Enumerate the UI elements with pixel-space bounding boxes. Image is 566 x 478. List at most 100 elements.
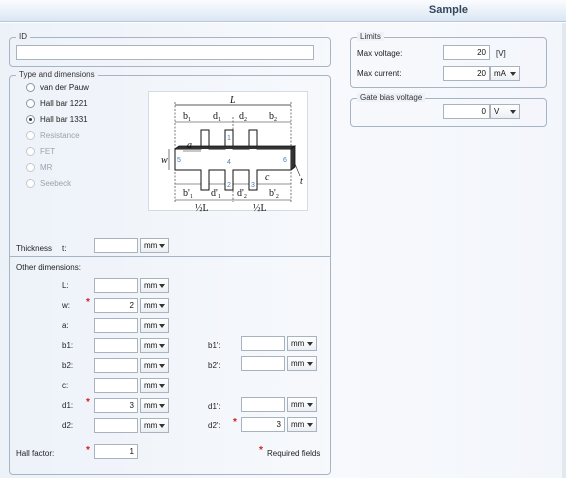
required-marker: * [86,445,90,456]
dim-unit-l[interactable]: mm [140,278,169,293]
option-label: Hall bar 1221 [40,99,88,108]
required-marker: * [233,417,237,428]
dim-input-d1[interactable]: 3 [94,398,138,413]
hall-factor-label: Hall factor: [16,449,55,458]
max-current-label: Max current: [357,69,402,78]
radio-icon [26,147,35,156]
chevron-down-icon [159,324,165,328]
dim-input-b1-prime[interactable] [241,336,285,351]
dim-unit-c[interactable]: mm [140,378,169,393]
radio-icon [26,131,35,140]
dim-label-b1: b1: [62,341,74,350]
dim-input-d2[interactable] [94,418,138,433]
unit-value: mm [144,361,158,370]
max-voltage-label: Max voltage: [357,49,403,58]
option-hall-bar-1331[interactable]: Hall bar 1331 [26,115,88,124]
gate-bias-group-label: Gate bias voltage [357,93,426,102]
dim-unit-d2-prime[interactable]: mm [287,417,317,432]
unit-value: mm [144,301,158,310]
group-divider [10,256,330,257]
dim-input-b2[interactable] [94,358,138,373]
label-d2: d2 [239,111,247,123]
chevron-down-icon [159,384,165,388]
svg-text:5: 5 [177,157,181,164]
option-resistance[interactable]: Resistance [26,131,80,140]
label-b2: b2 [269,111,277,123]
hall-factor-input[interactable]: 1 [94,444,138,459]
type-dimensions-label: Type and dimensions [16,70,98,79]
chevron-down-icon [307,403,313,407]
dim-input-w[interactable]: 2 [94,298,138,313]
unit-value: mm [291,339,305,348]
unit-value: mm [291,359,305,368]
svg-text:3: 3 [251,182,255,189]
chevron-down-icon [159,244,165,248]
window-title: Sample [428,4,468,16]
id-input[interactable] [16,45,314,60]
dim-unit-b2[interactable]: mm [140,358,169,373]
option-fet[interactable]: FET [26,147,55,156]
gate-bias-unit-select[interactable]: V [490,104,520,119]
dim-label-w: w: [62,301,70,310]
label-half-right: ½L [253,203,267,212]
dim-input-b2-prime[interactable] [241,356,285,371]
unit-value: mm [144,341,158,350]
unit-value: mm [291,420,305,429]
option-hall-bar-1221[interactable]: Hall bar 1221 [26,99,88,108]
option-mr[interactable]: MR [26,163,52,172]
radio-icon [26,83,35,92]
dim-input-d2-prime[interactable]: 3 [241,417,285,432]
form-area: ID Type and dimensions van der Pauw Hall… [0,23,566,478]
dim-unit-b1-prime[interactable]: mm [287,336,317,351]
max-voltage-input[interactable]: 20 [443,45,490,60]
option-van-der-pauw[interactable]: van der Pauw [26,83,89,92]
label-c: c [265,172,270,183]
vertical-scrollbar[interactable] [562,23,566,478]
dim-label-d1-prime: d1': [208,402,221,411]
option-label: FET [40,147,56,156]
dim-unit-d2[interactable]: mm [140,418,169,433]
dim-input-d1-prime[interactable] [241,397,285,412]
chevron-down-icon [510,110,516,114]
gate-bias-input[interactable]: 0 [443,104,490,119]
dim-input-a[interactable] [94,318,138,333]
dim-input-c[interactable] [94,378,138,393]
hall-bar-shape [174,129,292,191]
dim-unit-d1-prime[interactable]: mm [287,397,317,412]
dim-unit-d1[interactable]: mm [140,398,169,413]
label-b1-prime: b'1 [183,188,193,200]
label-d2-prime: d'2 [237,188,247,200]
option-label: van der Pauw [40,83,89,92]
thickness-input[interactable] [94,238,138,253]
chevron-down-icon [159,344,165,348]
label-d1: d1 [213,111,221,123]
dim-unit-b1[interactable]: mm [140,338,169,353]
limits-group-label: Limits [357,32,384,41]
chevron-down-icon [307,423,313,427]
option-seebeck[interactable]: Seebeck [26,179,71,188]
thickness-unit-select[interactable]: mm [140,238,169,253]
unit-value: mm [144,281,158,290]
dim-unit-b2-prime[interactable]: mm [287,356,317,371]
thickness-label: Thickness [16,244,53,253]
option-label: MR [40,163,53,172]
max-current-unit-select[interactable]: mA [490,66,520,81]
dim-unit-a[interactable]: mm [140,318,169,333]
unit-value: mm [144,381,158,390]
unit-value: mm [144,321,158,330]
unit-value: mm [144,241,158,250]
label-b2-prime: b'2 [269,188,279,200]
dim-label-b2-prime: b2': [208,361,221,370]
max-current-input[interactable]: 20 [443,66,490,81]
dim-unit-w[interactable]: mm [140,298,169,313]
dim-label-d2: d2: [62,421,74,430]
title-bar: Sample [0,0,566,22]
max-voltage-unit: [V] [496,49,506,58]
label-w: w [161,155,168,166]
dim-input-b1[interactable] [94,338,138,353]
dim-label-b2: b2: [62,361,74,370]
label-a: a [187,140,192,151]
unit-value: mm [144,421,158,430]
radio-selected-icon [26,115,35,124]
dim-input-l[interactable] [94,278,138,293]
